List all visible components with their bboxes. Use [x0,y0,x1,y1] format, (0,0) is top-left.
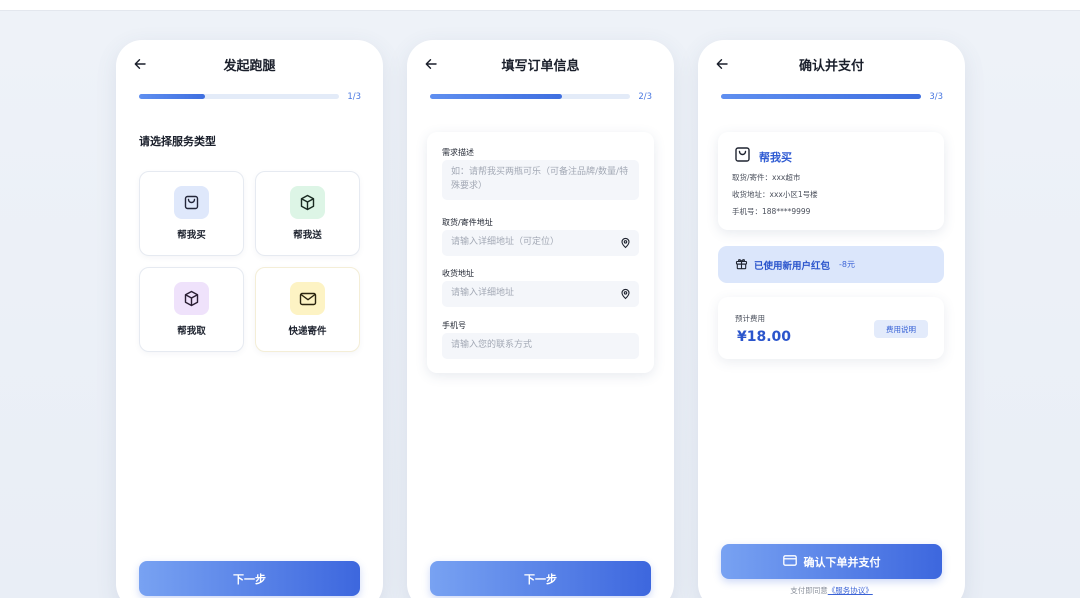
gift-icon [735,255,748,274]
screen-confirm-pay: 确认并支付 3/3 帮我买 取货/寄件：xxx超市 收货地址：xxx小区1号楼 … [698,40,965,598]
field-label-delivery: 收货地址 [442,269,474,278]
coupon-banner[interactable]: 已使用新用户红包 -8元 [718,246,944,283]
service-send-option[interactable]: 帮我送 [255,171,360,256]
pickup-address-input[interactable]: 请输入详细地址（可定位） [442,230,639,256]
order-service-name: 帮我买 [759,150,792,164]
confirm-pay-button[interactable]: 确认下单并支付 [721,544,942,579]
fee-detail-button[interactable]: 费用说明 [874,320,928,338]
shopping-bag-icon [174,186,209,219]
progress-bar [721,94,921,99]
header: 填写订单信息 [407,52,674,76]
service-label: 帮我取 [177,326,206,337]
order-summary-header: 帮我买 [734,146,792,167]
location-pin-icon[interactable] [620,288,631,300]
description-textarea[interactable]: 如：请帮我买两瓶可乐（可备注品牌/数量/特殊要求） [442,160,639,200]
field-label-pickup: 取货/寄件地址 [442,218,493,227]
package-icon [174,282,209,315]
page-title: 确认并支付 [798,59,864,74]
page-title: 填写订单信息 [501,59,580,74]
next-button-label: 下一步 [233,572,266,586]
package-icon [290,186,325,219]
fee-amount: ¥18.00 [737,329,792,345]
location-pin-icon[interactable] [620,237,631,249]
service-pickup-option[interactable]: 帮我取 [139,267,244,352]
coupon-amount: -8元 [839,260,855,269]
header: 发起跑腿 [116,52,383,76]
next-button[interactable]: 下一步 [139,561,360,596]
coupon-text: 已使用新用户红包 [754,260,831,272]
pickup-placeholder: 请输入详细地址（可定位） [451,237,560,247]
progress-fill [139,94,205,99]
progress-text: 1/3 [347,92,361,102]
agreement-text: 支付即同意《服务协议》 [698,585,965,596]
page-title: 发起跑腿 [223,59,276,74]
service-agreement-link[interactable]: 《服务协议》 [828,586,873,595]
next-button[interactable]: 下一步 [430,561,651,596]
agreement-prefix: 支付即同意 [790,586,828,595]
header: 确认并支付 [698,52,965,76]
phone-placeholder: 请输入您的联系方式 [451,340,533,350]
field-label-description: 需求描述 [442,148,474,157]
screen-order-info: 填写订单信息 2/3 需求描述 如：请帮我买两瓶可乐（可备注品牌/数量/特殊要求… [407,40,674,598]
fee-card: 预计费用 ¥18.00 费用说明 [718,297,944,359]
progress-bar [139,94,339,99]
phone-input[interactable]: 请输入您的联系方式 [442,333,639,359]
service-label: 帮我买 [177,230,206,241]
service-label: 帮我送 [293,230,322,241]
credit-card-icon [782,554,797,569]
progress-text: 3/3 [929,92,943,102]
delivery-address-input[interactable]: 请输入详细地址 [442,281,639,307]
service-buy-option[interactable]: 帮我买 [139,171,244,256]
field-label-phone: 手机号 [442,321,466,330]
service-express-option[interactable]: 快递寄件 [255,267,360,352]
service-label: 快递寄件 [288,326,327,337]
fee-label: 预计费用 [735,314,765,323]
top-strip [0,0,1080,11]
mail-icon [290,282,325,315]
order-pickup-line: 取货/寄件：xxx超市 [732,173,801,182]
confirm-pay-label: 确认下单并支付 [803,555,881,569]
screen-service-type: 发起跑腿 1/3 请选择服务类型 帮我买 帮我送 帮我取 快递寄件 下一步 [116,40,383,598]
progress-fill [721,94,921,99]
progress-fill [430,94,562,99]
section-title: 请选择服务类型 [139,135,216,148]
shopping-bag-icon [734,146,751,167]
order-form-card: 需求描述 如：请帮我买两瓶可乐（可备注品牌/数量/特殊要求） 取货/寄件地址 请… [427,132,654,373]
delivery-placeholder: 请输入详细地址 [451,288,515,298]
order-summary-card: 帮我买 取货/寄件：xxx超市 收货地址：xxx小区1号楼 手机号：188***… [718,132,944,230]
description-placeholder: 如：请帮我买两瓶可乐（可备注品牌/数量/特殊要求） [451,167,629,191]
order-phone-line: 手机号：188****9999 [732,207,811,216]
order-delivery-line: 收货地址：xxx小区1号楼 [732,190,818,199]
next-button-label: 下一步 [524,572,557,586]
progress-text: 2/3 [638,92,652,102]
progress-bar [430,94,630,99]
